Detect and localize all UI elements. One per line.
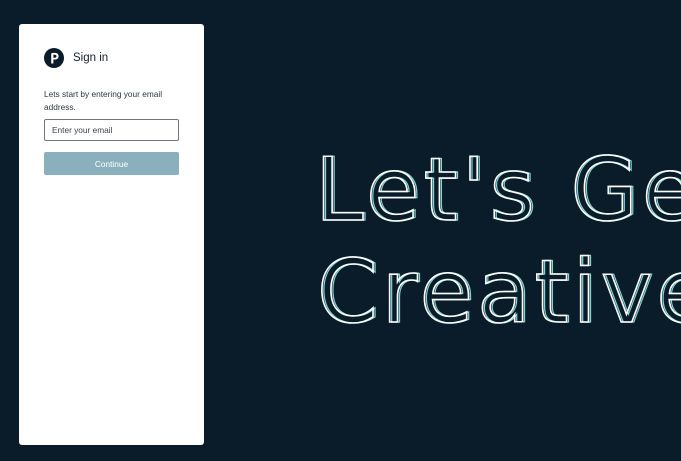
sign-in-header: Sign in	[44, 48, 108, 68]
hero-headline: Let's Get Let's Get Creative Creative	[308, 148, 681, 348]
pearson-logo-icon	[44, 48, 64, 68]
continue-button[interactable]: Continue	[44, 152, 179, 175]
page: Sign in Lets start by entering your emai…	[0, 0, 681, 461]
page-title: Sign in	[73, 52, 109, 64]
sign-in-panel: Sign in Lets start by entering your emai…	[19, 24, 204, 445]
intro-text: Lets start by entering your email addres…	[44, 89, 163, 112]
hero-line-1: Let's Get	[315, 148, 681, 241]
email-field[interactable]	[44, 119, 179, 141]
hero-line-2: Creative	[317, 241, 681, 343]
